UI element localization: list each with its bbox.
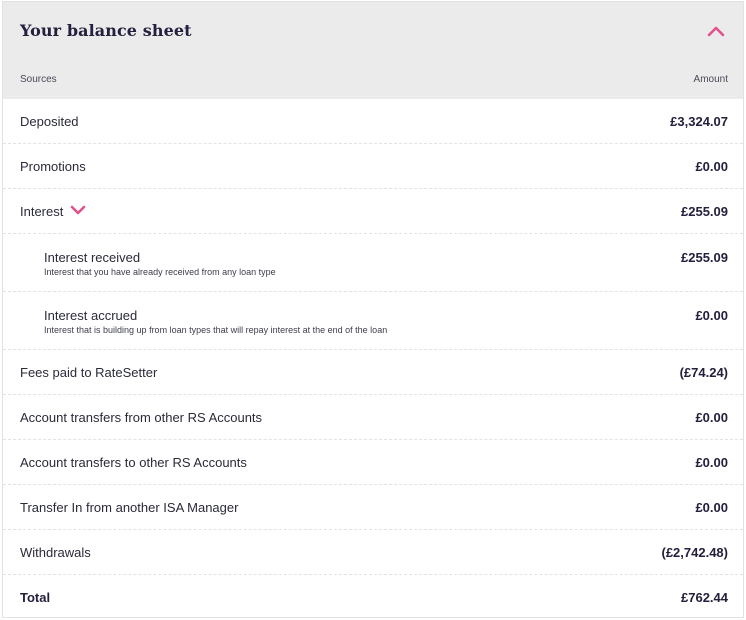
row-amount: £0.00 <box>695 159 728 174</box>
sources-column-header: Sources <box>20 74 57 85</box>
row-label: Interest <box>20 204 64 219</box>
row-label: Account transfers to other RS Accounts <box>20 455 247 470</box>
row-label: Promotions <box>20 159 86 174</box>
row-amount: £3,324.07 <box>670 114 728 129</box>
amount-column-header: Amount <box>693 74 728 85</box>
table-row-fees: Fees paid to RateSetter (£74.24) <box>3 350 743 395</box>
chevron-down-icon[interactable] <box>70 204 86 219</box>
table-row-deposited: Deposited £3,324.07 <box>3 99 743 144</box>
row-label: Account transfers from other RS Accounts <box>20 410 263 425</box>
row-amount: (£2,742.48) <box>661 545 729 560</box>
row-amount: £0.00 <box>695 410 728 425</box>
row-label: Deposited <box>20 114 79 129</box>
total-amount: £762.44 <box>681 590 728 605</box>
row-amount: £0.00 <box>695 455 728 470</box>
row-amount: £255.09 <box>681 204 728 219</box>
chevron-up-icon[interactable] <box>705 20 727 42</box>
balance-sheet-title: Your balance sheet <box>20 21 192 40</box>
table-row-promotions: Promotions £0.00 <box>3 144 743 189</box>
table-row-withdrawals: Withdrawals (£2,742.48) <box>3 530 743 575</box>
table-row-total: Total £762.44 <box>3 575 743 620</box>
row-label: Transfer In from another ISA Manager <box>20 500 239 515</box>
total-label: Total <box>20 590 51 605</box>
table-row-isa-transfer-in: Transfer In from another ISA Manager £0.… <box>3 485 743 530</box>
table-row-transfers-from: Account transfers from other RS Accounts… <box>3 395 743 440</box>
row-amount: £0.00 <box>695 500 728 515</box>
row-amount: £255.09 <box>681 250 728 265</box>
row-label: Interest received <box>44 250 141 265</box>
interest-toggle[interactable]: Interest <box>20 204 86 219</box>
table-row-interest-received: Interest received Interest that you have… <box>3 234 743 292</box>
table-row-interest[interactable]: Interest £255.09 <box>3 189 743 234</box>
row-description: Interest that is building up from loan t… <box>44 325 388 335</box>
table-row-transfers-to: Account transfers to other RS Accounts £… <box>3 440 743 485</box>
row-description: Interest that you have already received … <box>44 267 276 277</box>
row-amount: £0.00 <box>695 308 728 323</box>
row-amount: (£74.24) <box>679 365 728 380</box>
balance-sheet-header: Your balance sheet Sources Amount <box>3 2 743 99</box>
row-label: Withdrawals <box>20 545 91 560</box>
row-label: Interest accrued <box>44 308 138 323</box>
balance-sheet-panel: Your balance sheet Sources Amount Deposi… <box>2 1 744 618</box>
table-row-interest-accrued: Interest accrued Interest that is buildi… <box>3 292 743 350</box>
row-label: Fees paid to RateSetter <box>20 365 158 380</box>
